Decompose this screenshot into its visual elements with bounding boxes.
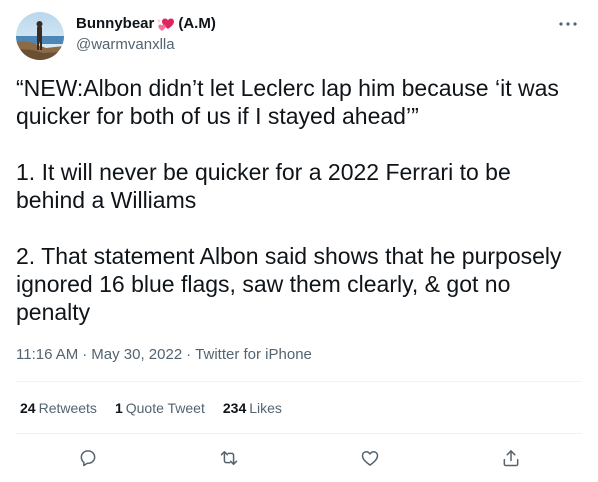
tweet-time[interactable]: 11:16 AM — [16, 345, 78, 365]
display-name[interactable]: Bunnybear (A.M) — [76, 14, 216, 34]
tweet-stats: 24 Retweets 1 Quote Tweet 234 Likes — [20, 398, 282, 418]
tweet: Bunnybear (A.M) @warmvanxlla “NEW:Albon … — [0, 0, 598, 482]
more-options-icon[interactable] — [556, 14, 580, 34]
sparkling-two-hearts-icon — [157, 16, 175, 32]
meta-separator: · — [186, 346, 192, 363]
avatar[interactable] — [16, 12, 64, 60]
tweet-date[interactable]: May 30, 2022 — [91, 345, 182, 365]
quote-tweets-label: Quote Tweet — [125, 400, 205, 416]
user-names: Bunnybear (A.M) @warmvanxlla — [76, 14, 216, 55]
likes-count: 234 — [222, 400, 247, 416]
tweet-source[interactable]: Twitter for iPhone — [195, 345, 312, 365]
user-handle[interactable]: @warmvanxlla — [76, 35, 216, 55]
retweets-stat[interactable]: 24 Retweets — [20, 398, 97, 418]
share-icon[interactable] — [497, 444, 525, 472]
quote-tweets-count: 1 — [114, 400, 123, 416]
like-icon[interactable] — [356, 444, 384, 472]
divider — [16, 381, 582, 382]
likes-stat[interactable]: 234 Likes — [223, 398, 282, 418]
meta-separator: · — [82, 346, 88, 363]
retweets-label: Retweets — [38, 400, 97, 416]
display-name-suffix: (A.M) — [178, 15, 216, 32]
display-name-text: Bunnybear — [76, 15, 155, 32]
retweet-icon[interactable] — [215, 444, 243, 472]
retweets-count: 24 — [20, 400, 36, 416]
tweet-actions — [16, 444, 582, 472]
quote-tweets-stat[interactable]: 1 Quote Tweet — [115, 398, 205, 418]
divider — [16, 433, 582, 434]
reply-icon[interactable] — [74, 444, 102, 472]
likes-label: Likes — [249, 400, 282, 416]
tweet-text: “NEW:Albon didn’t let Leclerc lap him be… — [16, 75, 562, 325]
tweet-meta: 11:16 AM · May 30, 2022 · Twitter for iP… — [16, 345, 312, 365]
